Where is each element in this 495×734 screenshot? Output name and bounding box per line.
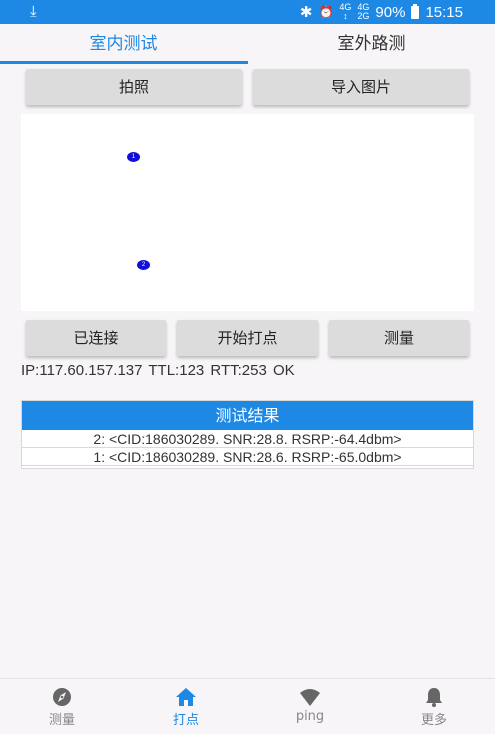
test-point-marker[interactable]: 2 [137, 260, 150, 270]
nav-label: ping [295, 709, 325, 724]
status-right: ✱ ⏰ 4G ↕ 4G 2G 90% 15:15 [299, 2, 463, 22]
floor-plan-canvas[interactable]: 1 2 [21, 114, 474, 311]
bluetooth-icon: ✱ [299, 4, 313, 21]
status-bar: ⤓ ✱ ⏰ 4G ↕ 4G 2G 90% 15:15 [0, 0, 495, 24]
battery-percent: 90% [375, 3, 406, 21]
photo-button[interactable]: 拍照 [26, 69, 242, 105]
start-marking-button[interactable]: 开始打点 [177, 320, 318, 356]
wifi-icon [300, 689, 320, 706]
nav-label: 更多 [420, 713, 447, 728]
result-row: 1: <CID:186030289. SNR:28.6. RSRP:-65.0d… [22, 448, 473, 466]
signal-icon: 4G 2G [357, 2, 370, 21]
nav-mark-points[interactable]: 打点 [124, 679, 248, 734]
tab-bar: 室内测试 室外路测 [0, 24, 495, 66]
results-title: 测试结果 [22, 401, 473, 430]
tab-outdoor-drive-test[interactable]: 室外路测 [248, 24, 495, 66]
connected-button[interactable]: 已连接 [26, 320, 166, 356]
clock: 15:15 [425, 3, 463, 21]
test-point-marker[interactable]: 1 [127, 152, 140, 162]
connection-info: IP:117.60.157.137 TTL:123 RTT:253 OK [21, 362, 295, 379]
alarm-icon: ⏰ [318, 5, 334, 19]
battery-icon [411, 3, 420, 19]
nav-ping[interactable]: ping [248, 679, 372, 734]
nav-measure[interactable]: 测量 [0, 679, 124, 734]
measure-button[interactable]: 测量 [329, 320, 469, 356]
nav-label: 测量 [48, 713, 75, 728]
network-4g-icon: 4G ↕ [339, 2, 352, 21]
home-icon [176, 688, 196, 706]
bottom-navigation: 测量 打点 ping 更多 [0, 678, 495, 734]
tab-indoor-test[interactable]: 室内测试 [0, 24, 247, 66]
bell-icon [426, 688, 442, 707]
nav-label: 打点 [172, 713, 199, 728]
results-panel: 测试结果 2: <CID:186030289. SNR:28.8. RSRP:-… [21, 400, 474, 469]
nav-more[interactable]: 更多 [372, 679, 495, 734]
active-tab-indicator [0, 61, 248, 64]
result-row: 2: <CID:186030289. SNR:28.8. RSRP:-64.4d… [22, 430, 473, 448]
compass-icon [53, 688, 71, 706]
download-icon: ⤓ [30, 2, 37, 20]
import-image-button[interactable]: 导入图片 [253, 69, 469, 105]
